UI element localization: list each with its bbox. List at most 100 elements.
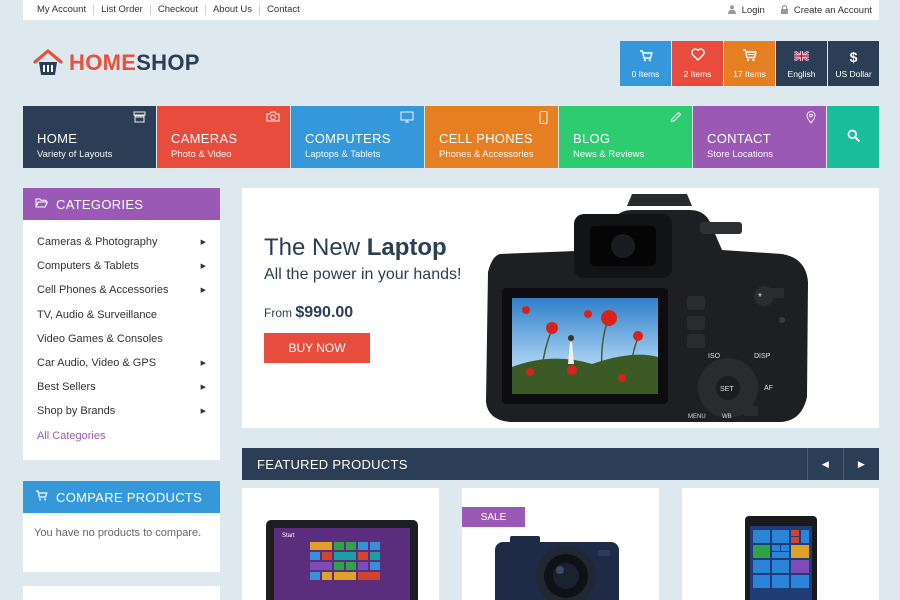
category-label: All Categories	[37, 429, 106, 442]
user-icon	[727, 4, 736, 16]
dollar-icon: $	[849, 49, 858, 65]
nav-contact[interactable]: CONTACT Store Locations	[693, 106, 826, 168]
sidebar-box	[23, 586, 220, 600]
map-pin-icon	[806, 111, 816, 127]
compare-box: COMPARE PRODUCTS You have no products to…	[23, 481, 220, 572]
compare-title: COMPARE PRODUCTS	[56, 489, 203, 505]
carousel-next-button[interactable]: ▶	[843, 448, 879, 480]
hero-price: From $990.00	[264, 304, 353, 322]
nav-blog-title: BLOG	[573, 131, 611, 146]
camera-icon	[266, 111, 280, 125]
account-links: Login Create an Account	[712, 0, 872, 20]
category-item[interactable]: Car Audio, Video & GPS ▶	[37, 351, 206, 375]
create-account-link[interactable]: Create an Account	[780, 5, 872, 16]
category-item[interactable]: TV, Audio & Surveillance	[37, 303, 206, 327]
wishlist-tile[interactable]: 2 Items	[672, 41, 723, 86]
nav-contact-title: CONTACT	[707, 131, 771, 146]
category-label: Best Sellers	[37, 381, 96, 394]
camera-product-image	[495, 536, 619, 600]
hero-camera-image: * ISO DISP SET AF MENU WB	[482, 192, 817, 428]
chevron-right-icon: ▶	[200, 360, 206, 368]
hero-title: The New Laptop	[264, 234, 447, 262]
buy-now-button[interactable]: BUY NOW	[264, 333, 370, 363]
checkout-link[interactable]: Checkout	[149, 5, 205, 15]
logo-part-shop: SHOP	[136, 50, 200, 75]
basket-icon	[639, 48, 653, 66]
hero-banner: The New Laptop All the power in your han…	[242, 188, 879, 428]
my-account-link[interactable]: My Account	[37, 5, 93, 15]
category-item[interactable]: Video Games & Consoles	[37, 327, 206, 351]
top-links: My Account List Order Checkout About Us …	[37, 0, 307, 20]
category-item[interactable]: Cell Phones & Accessories ▶	[37, 278, 206, 302]
category-label: Cameras & Photography	[37, 236, 158, 249]
nav-home[interactable]: HOME Variety of Layouts	[23, 106, 156, 168]
camera-af-label: AF	[764, 385, 773, 392]
hero-price-value: $990.00	[295, 304, 354, 321]
site-logo[interactable]: HOMESHOP	[33, 49, 200, 77]
laptop-product-image: Start	[266, 520, 418, 600]
featured-products-bar: FEATURED PRODUCTS ◀ ▶	[242, 448, 879, 480]
carousel-prev-button[interactable]: ◀	[807, 448, 843, 480]
nav-blog[interactable]: BLOG News & Reviews	[559, 106, 692, 168]
nav-cameras[interactable]: CAMERAS Photo & Video	[157, 106, 290, 168]
chevron-right-icon: ▶	[200, 263, 206, 271]
category-label: Computers & Tablets	[37, 260, 139, 273]
currency-tile[interactable]: $ US Dollar	[828, 41, 879, 86]
top-bar: My Account List Order Checkout About Us …	[23, 0, 879, 20]
nav-computers-sub: Laptops & Tablets	[305, 149, 381, 160]
category-label: Car Audio, Video & GPS	[37, 357, 157, 370]
product-card[interactable]: Start	[242, 488, 439, 600]
compare-empty-text: You have no products to compare.	[34, 527, 202, 539]
nav-cell-phones[interactable]: CELL PHONES Phones & Accessories	[425, 106, 558, 168]
camera-set-label: SET	[720, 386, 734, 393]
nav-computers[interactable]: COMPUTERS Laptops & Tablets	[291, 106, 424, 168]
category-item[interactable]: Shop by Brands ▶	[37, 399, 206, 423]
category-label: Cell Phones & Accessories	[37, 284, 169, 297]
chevron-right-icon: ▶	[857, 458, 866, 469]
cart-tile[interactable]: 17 Items	[724, 41, 775, 86]
uk-flag-icon	[793, 48, 810, 66]
category-label: TV, Audio & Surveillance	[37, 308, 158, 321]
hero-subtitle: All the power in your hands!	[264, 266, 462, 283]
list-order-link[interactable]: List Order	[93, 5, 150, 15]
login-label: Login	[741, 4, 765, 16]
category-item[interactable]: Best Sellers ▶	[37, 375, 206, 399]
language-tile[interactable]: English	[776, 41, 827, 86]
nav-cameras-title: CAMERAS	[171, 131, 238, 146]
nav-contact-sub: Store Locations	[707, 149, 774, 160]
header-tiles: 0 Items 2 Items 17 Items English $ US Do…	[620, 41, 880, 86]
hero-title-plain: The New	[264, 234, 367, 261]
login-link[interactable]: Login	[727, 4, 765, 16]
categories-list: Cameras & Photography ▶ Computers & Table…	[23, 220, 220, 448]
all-categories-link[interactable]: All Categories	[37, 424, 206, 448]
about-us-link[interactable]: About Us	[204, 5, 259, 15]
categories-header: CATEGORIES	[23, 188, 220, 220]
compare-count: 0 Items	[631, 69, 660, 79]
product-card[interactable]: SALE	[462, 488, 659, 600]
category-item[interactable]: Cameras & Photography ▶	[37, 230, 206, 254]
laptop-screen-text: Start	[282, 533, 295, 539]
categories-title: CATEGORIES	[56, 196, 144, 212]
category-label: Shop by Brands	[37, 405, 116, 418]
cart-icon	[742, 48, 757, 66]
category-item[interactable]: Computers & Tablets ▶	[37, 254, 206, 278]
nav-cell-phones-title: CELL PHONES	[439, 131, 533, 146]
wishlist-count: 2 Items	[683, 69, 712, 79]
product-card[interactable]	[682, 488, 879, 600]
hero-from-label: From	[264, 306, 296, 320]
search-button[interactable]	[827, 106, 879, 168]
language-label: English	[787, 69, 816, 79]
heart-icon	[690, 48, 705, 66]
home-basket-icon	[33, 49, 63, 77]
camera-menu-label: MENU	[688, 414, 706, 420]
phone-product-image	[745, 516, 817, 600]
nav-cameras-sub: Photo & Video	[171, 149, 232, 160]
contact-link[interactable]: Contact	[259, 5, 307, 15]
phone-icon	[539, 111, 548, 127]
camera-disp-label: DISP	[754, 353, 771, 360]
folder-open-icon	[35, 197, 48, 211]
compare-tile[interactable]: 0 Items	[620, 41, 671, 86]
chevron-right-icon: ▶	[200, 239, 206, 247]
chevron-right-icon: ▶	[200, 408, 206, 416]
nav-home-title: HOME	[37, 131, 78, 146]
